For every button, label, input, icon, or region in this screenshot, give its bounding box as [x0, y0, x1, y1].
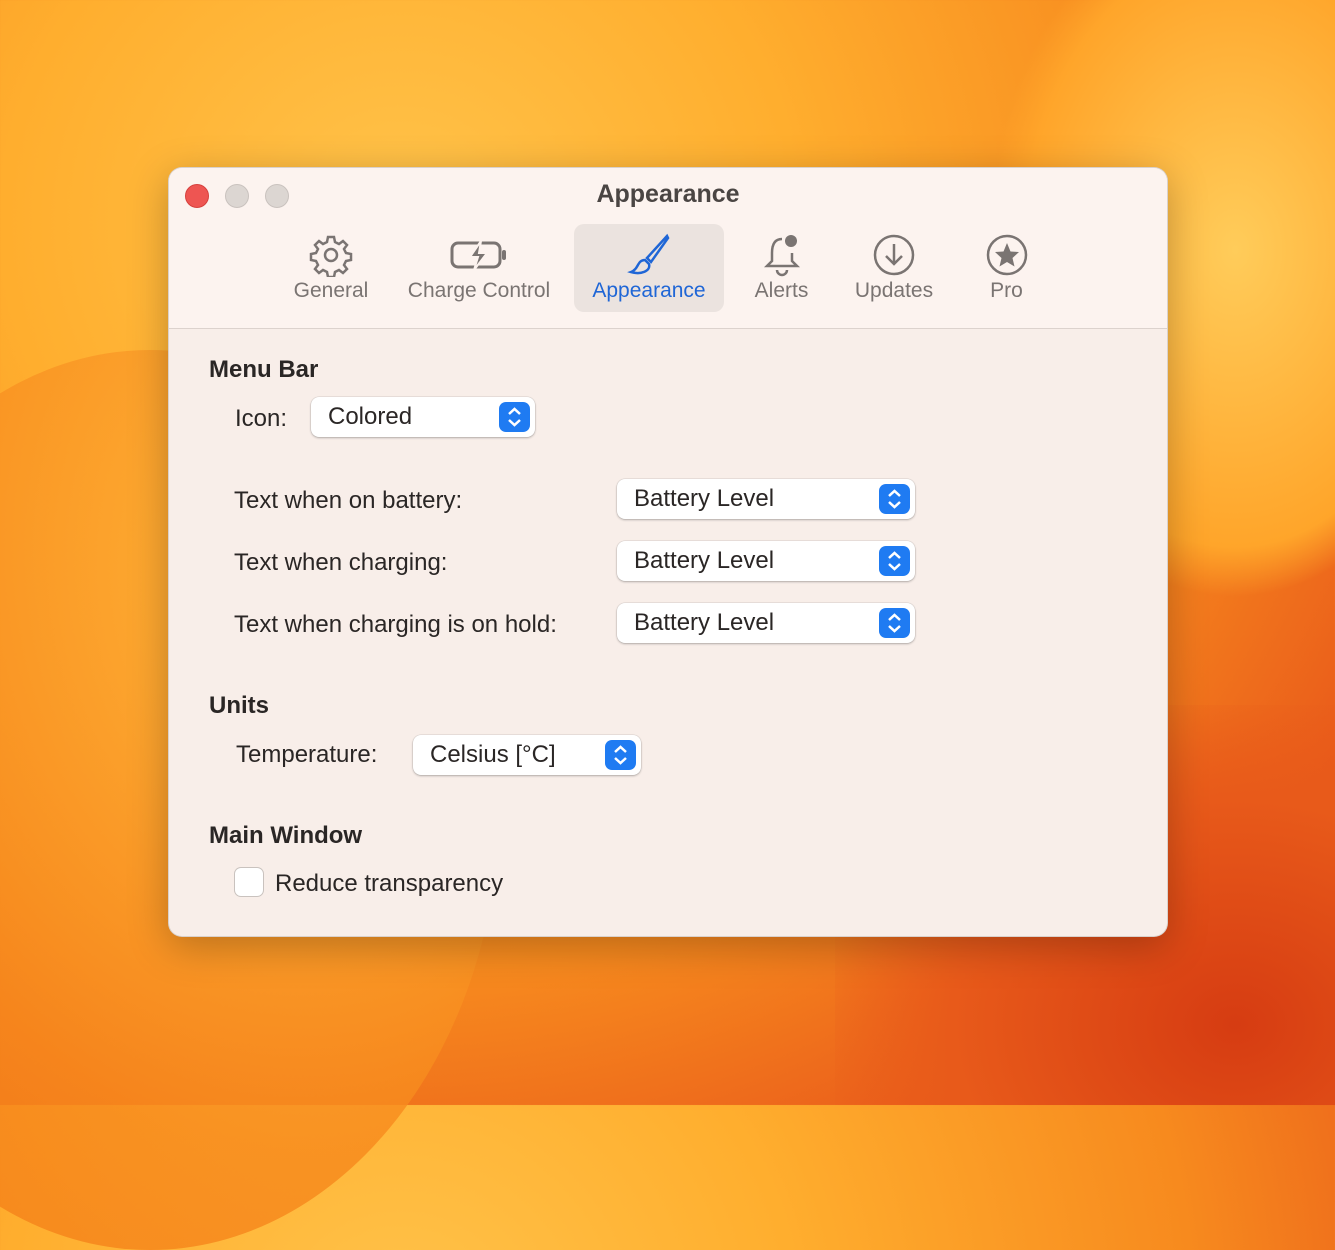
reduce-transparency-label[interactable]: Reduce transparency	[275, 870, 503, 898]
temperature-label: Temperature:	[236, 741, 378, 768]
popup-value: Battery Level	[634, 485, 775, 512]
icon-label: Icon:	[235, 405, 288, 432]
reduce-transparency-checkbox[interactable]	[235, 868, 263, 896]
window-title: Appearance	[596, 180, 740, 208]
chevron-up-down-icon	[879, 608, 910, 638]
on-hold-popup[interactable]: Battery Level	[617, 603, 915, 643]
chevron-up-down-icon	[879, 484, 910, 514]
on-battery-label: Text when on battery:	[234, 487, 463, 514]
paintbrush-icon	[627, 233, 670, 275]
icon-popup[interactable]: Colored	[311, 397, 535, 437]
on-battery-popup[interactable]: Battery Level	[617, 479, 915, 519]
preferences-window: Appearance General Charge Control Appear…	[168, 167, 1168, 937]
main-window-heading: Main Window	[209, 822, 363, 849]
popup-value: Celsius [°C]	[430, 741, 556, 768]
bell-badge-icon	[763, 235, 800, 277]
popup-value: Battery Level	[634, 547, 775, 574]
on-hold-label: Text when charging is on hold:	[234, 611, 557, 638]
tab-updates[interactable]: Updates	[839, 224, 949, 312]
menu-bar-heading: Menu Bar	[209, 356, 319, 383]
battery-charging-icon	[450, 240, 506, 271]
chevron-up-down-icon	[605, 740, 636, 770]
tab-general[interactable]: General	[281, 224, 381, 312]
temperature-popup[interactable]: Celsius [°C]	[413, 735, 641, 775]
tab-label: Appearance	[592, 279, 706, 302]
tab-label: General	[293, 279, 369, 302]
units-heading: Units	[209, 692, 269, 719]
download-circle-icon	[873, 234, 915, 276]
charging-popup[interactable]: Battery Level	[617, 541, 915, 581]
tab-label: Charge Control	[407, 279, 551, 302]
tab-pro[interactable]: Pro	[969, 224, 1044, 312]
tab-appearance[interactable]: Appearance	[574, 224, 724, 312]
gear-icon	[309, 235, 353, 277]
star-circle-icon	[986, 234, 1027, 276]
tab-charge-control[interactable]: Charge Control	[394, 224, 564, 312]
chevron-up-down-icon	[879, 546, 910, 576]
popup-value: Battery Level	[634, 609, 775, 636]
chevron-up-down-icon	[499, 402, 530, 432]
charging-label: Text when charging:	[234, 549, 448, 576]
tab-label: Updates	[854, 279, 934, 302]
popup-value: Colored	[328, 403, 413, 430]
tab-label: Pro	[990, 279, 1023, 302]
toolbar: Appearance General Charge Control Appear…	[169, 168, 1167, 329]
tab-alerts[interactable]: Alerts	[739, 224, 824, 312]
tab-label: Alerts	[754, 279, 809, 302]
